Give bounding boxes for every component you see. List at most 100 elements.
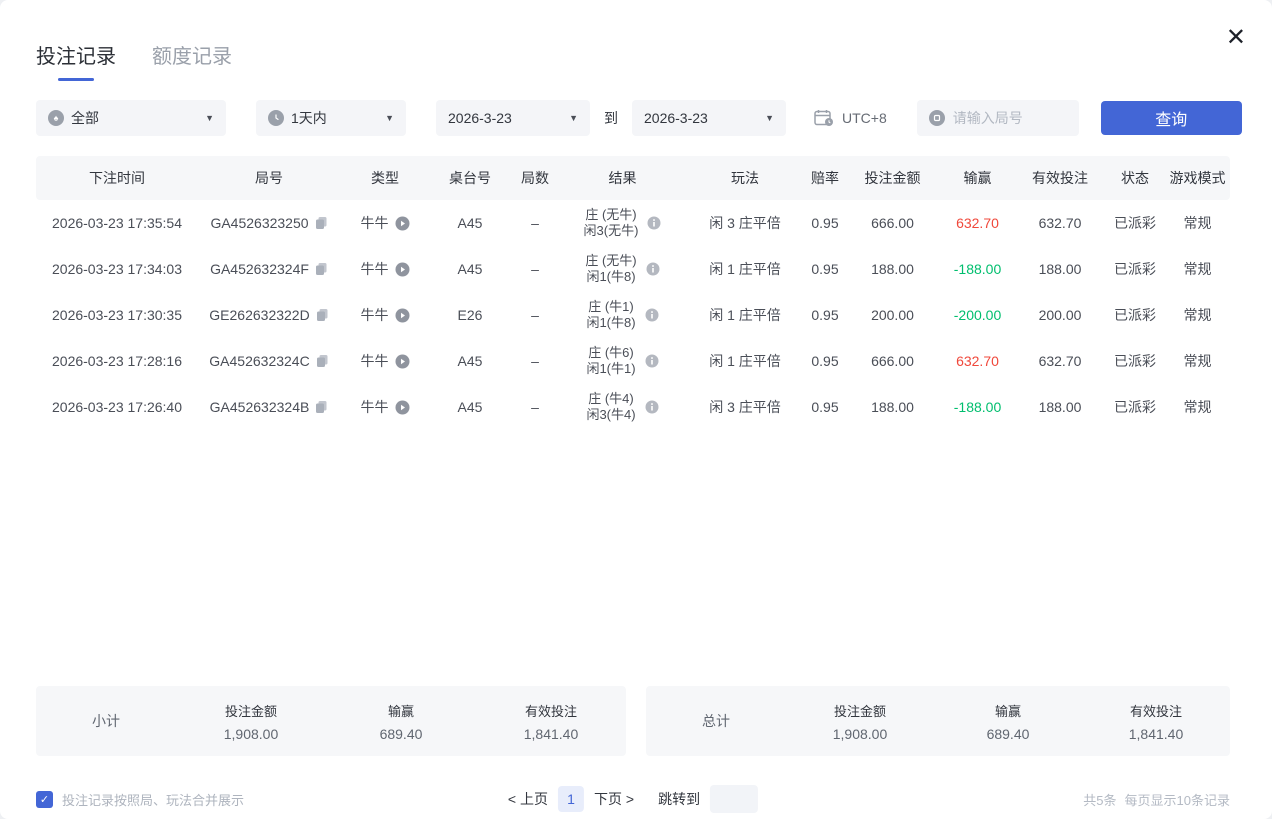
subtotal-winloss: 输赢 689.40 xyxy=(326,701,476,742)
cell-table-no: A45 xyxy=(457,215,483,231)
total-valid-bet: 有效投注 1,841.40 xyxy=(1082,701,1230,742)
timezone-label: UTC+8 xyxy=(842,110,887,126)
cell-type: 牛牛 xyxy=(340,305,430,325)
records-info: 共5条 每页显示10条记录 xyxy=(1083,790,1230,809)
type-text: 牛牛 xyxy=(360,399,389,415)
info-icon[interactable] xyxy=(645,400,659,414)
merge-checkbox[interactable]: ✓ xyxy=(36,790,53,808)
result-banker: 庄 (无牛) xyxy=(585,252,637,268)
round-id-text: GA452632324F xyxy=(210,261,309,277)
round-number-field xyxy=(916,100,1079,136)
tab-bar: 投注记录 额度记录 xyxy=(36,40,232,81)
subtotal-bet-amount: 投注金额 1,908.00 xyxy=(176,701,326,742)
cell-winloss: -200.00 xyxy=(953,307,1002,323)
total-panel: 总计 投注金额 1,908.00 输赢 689.40 有效投注 1,841.40 xyxy=(646,686,1230,756)
cell-bet-amount: 188.00 xyxy=(871,399,914,415)
cell-winloss: 632.70 xyxy=(956,215,999,231)
col-header-game-mode: 游戏模式 xyxy=(1169,170,1226,186)
cell-table-no: A45 xyxy=(457,353,483,369)
round-id-text: GA4526323250 xyxy=(210,215,309,231)
current-page-indicator[interactable]: 1 xyxy=(558,786,584,812)
prev-page-button[interactable]: < 上页 xyxy=(508,789,548,809)
play-video-icon[interactable] xyxy=(395,308,410,323)
cell-winloss: -188.00 xyxy=(953,261,1002,277)
cell-status: 已派彩 xyxy=(1114,261,1156,277)
play-video-icon[interactable] xyxy=(395,262,410,277)
cell-odds: 0.95 xyxy=(811,353,839,369)
round-number-input[interactable] xyxy=(952,110,1063,126)
game-type-icon: ♠ xyxy=(48,110,64,126)
round-id-text: GE262632322D xyxy=(209,307,310,323)
cell-bet-time: 2026-03-23 17:30:35 xyxy=(52,307,182,323)
date-to-label: 到 xyxy=(604,110,618,126)
cell-game-mode: 常规 xyxy=(1183,399,1212,415)
close-icon[interactable]: ✕ xyxy=(1226,26,1246,50)
cell-round-id: GE262632322D xyxy=(198,307,340,323)
play-video-icon[interactable] xyxy=(395,400,410,415)
cell-type: 牛牛 xyxy=(340,259,430,279)
info-icon[interactable] xyxy=(647,216,661,230)
info-icon[interactable] xyxy=(646,262,660,276)
subtotal-valid-bet-value: 1,841.40 xyxy=(523,725,579,742)
cell-play: 闲 1 庄平倍 xyxy=(709,353,781,369)
summary-section: 小计 投注金额 1,908.00 输赢 689.40 有效投注 1,841.40… xyxy=(36,686,1230,756)
game-type-select[interactable]: ♠ 全部 ▼ xyxy=(36,100,226,136)
cell-status: 已派彩 xyxy=(1114,353,1156,369)
round-id-text: GA452632324B xyxy=(209,399,310,415)
cell-bet-amount: 666.00 xyxy=(871,215,914,231)
tab-betting-records[interactable]: 投注记录 xyxy=(36,40,116,81)
copy-icon[interactable] xyxy=(316,308,329,322)
cell-table-no: E26 xyxy=(457,307,483,323)
cell-status: 已派彩 xyxy=(1114,307,1156,323)
time-range-select[interactable]: 1天内 ▼ xyxy=(256,100,406,136)
next-page-button[interactable]: 下页 > xyxy=(594,789,634,809)
subtotal-valid-bet: 有效投注 1,841.40 xyxy=(476,701,626,742)
copy-icon[interactable] xyxy=(315,400,328,414)
chevron-down-icon: ▼ xyxy=(569,113,578,123)
play-video-icon[interactable] xyxy=(395,354,410,369)
query-button[interactable]: 查询 xyxy=(1100,101,1242,135)
copy-icon[interactable] xyxy=(315,262,328,276)
cell-odds: 0.95 xyxy=(811,307,839,323)
copy-icon[interactable] xyxy=(315,216,328,230)
info-icon[interactable] xyxy=(645,308,659,322)
subtotal-bet-amount-label: 投注金额 xyxy=(224,703,277,719)
cell-round-id: GA452632324B xyxy=(198,399,340,415)
result-player: 闲1(牛8) xyxy=(586,269,636,284)
cell-play: 闲 3 庄平倍 xyxy=(709,215,781,231)
subtotal-label: 小计 xyxy=(92,713,120,729)
col-header-bet-amount: 投注金额 xyxy=(864,170,921,186)
cell-result: 庄 (牛1) 闲1(牛8) xyxy=(560,299,685,332)
col-header-play: 玩法 xyxy=(731,170,759,186)
cell-type: 牛牛 xyxy=(340,397,430,417)
footer-bar: ✓ 投注记录按照局、玩法合并展示 < 上页 1 下页 > 跳转到 共5条 每页显… xyxy=(36,784,1230,814)
cell-game-mode: 常规 xyxy=(1183,307,1212,323)
cell-result: 庄 (牛6) 闲1(牛1) xyxy=(560,345,685,378)
play-video-icon[interactable] xyxy=(395,216,410,231)
cell-bet-time: 2026-03-23 17:35:54 xyxy=(52,215,182,231)
clock-icon xyxy=(268,110,284,126)
jump-to-page-input[interactable] xyxy=(710,785,759,813)
result-banker: 庄 (牛6) xyxy=(588,344,634,360)
cell-play: 闲 1 庄平倍 xyxy=(709,261,781,277)
table-row: 2026-03-23 17:35:54 GA4526323250 牛牛 A45 … xyxy=(36,200,1230,246)
cell-valid-bet: 632.70 xyxy=(1038,215,1082,231)
time-range-select-value: 1天内 xyxy=(291,110,327,126)
cell-table-no: A45 xyxy=(457,399,483,415)
cell-rounds: – xyxy=(531,307,539,323)
total-label: 总计 xyxy=(702,713,730,729)
col-header-rounds: 局数 xyxy=(521,170,549,186)
table-header-row: 下注时间 局号 类型 桌台号 局数 结果 玩法 赔率 投注金额 输赢 有效投注 … xyxy=(36,156,1230,200)
total-valid-bet-value: 1,841.40 xyxy=(1128,725,1184,742)
date-to-picker[interactable]: 2026-3-23 ▼ xyxy=(632,100,786,136)
tab-quota-records[interactable]: 额度记录 xyxy=(152,40,232,81)
copy-icon[interactable] xyxy=(316,354,329,368)
col-header-valid-bet: 有效投注 xyxy=(1032,170,1088,186)
chevron-down-icon: ▼ xyxy=(765,113,774,123)
info-icon[interactable] xyxy=(645,354,659,368)
date-from-value: 2026-3-23 xyxy=(448,110,512,126)
date-from-picker[interactable]: 2026-3-23 ▼ xyxy=(436,100,590,136)
cell-winloss: -188.00 xyxy=(953,399,1002,415)
cell-bet-amount: 188.00 xyxy=(871,261,914,277)
col-header-round-id: 局号 xyxy=(255,170,283,186)
